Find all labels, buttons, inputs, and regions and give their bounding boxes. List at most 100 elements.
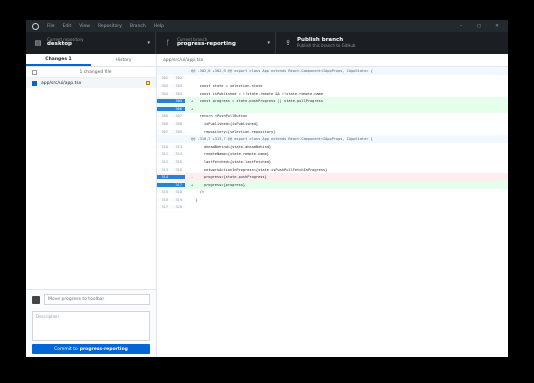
old-line-number: 303 (161, 83, 169, 88)
new-line-number: 305 (175, 99, 183, 104)
diff-file-path: app/src/ui/app.tsx (163, 57, 204, 63)
diff-line: 306 308 isPublished={isPublished} (157, 120, 508, 128)
new-line-number: 308 (175, 121, 183, 126)
repo-name: desktop (47, 41, 72, 48)
current-branch-button[interactable]: ᚴ Current branch progress-reporting ▾ (156, 32, 276, 54)
toolbar: ▤ Current repository desktop ▾ ᚴ Current… (26, 32, 508, 54)
new-line-number: 315 (175, 159, 183, 164)
code-text: const state = selection.state (191, 83, 263, 88)
menu-branch[interactable]: Branch (130, 24, 146, 29)
new-line-number: 316 (175, 167, 183, 172)
diff-line-added[interactable]: 317 + progress={progress} (157, 180, 508, 189)
line-gutter[interactable]: 305 (157, 99, 185, 104)
upload-icon: ⇪ (285, 39, 291, 47)
diff-hunk-header[interactable]: @@ -302,6 +302,9 @@ export class App ext… (157, 67, 508, 75)
code-text: remoteName={state.remote.name} (191, 152, 269, 157)
branch-name: progress-reporting (177, 41, 236, 48)
old-line-number: 313 (161, 167, 169, 172)
line-gutter: 307 309 (157, 129, 185, 134)
sidebar: Changes 1 History 1 changed file app/src… (26, 54, 157, 357)
line-gutter: 313 316 (157, 167, 185, 172)
old-line-number (157, 107, 171, 111)
github-logo-icon (32, 22, 39, 30)
publish-branch-button[interactable]: ⇪ Publish branch Publish this branch to … (276, 32, 386, 54)
code-text: isPublished={isPublished} (191, 121, 259, 126)
diff-view: app/src/ui/app.tsx @@ -302,6 +302,9 @@ e… (157, 54, 508, 357)
line-gutter[interactable]: 317 (157, 182, 185, 187)
select-all-checkbox[interactable] (32, 69, 37, 75)
code-text: return <PushPullButton (191, 114, 248, 119)
old-line-number: 305 (161, 114, 169, 119)
chevron-down-icon: ▾ (267, 40, 270, 46)
code-text: lastFetched={state.lastFetched} (191, 159, 272, 164)
avatar (32, 295, 40, 304)
new-line-number: 306 (175, 106, 183, 111)
diff-line: 311 314 remoteName={state.remote.name} (157, 151, 508, 159)
new-line-number: 317 (175, 182, 183, 187)
line-gutter[interactable]: 314 (157, 175, 185, 180)
code-text: } (191, 197, 198, 202)
diff-line-added[interactable]: 305 + const progress = state.pushProgress… (157, 97, 508, 105)
diff-line-removed[interactable]: 314 - progress={state.pushProgress} (157, 173, 508, 181)
new-line-number: 309 (175, 129, 183, 134)
old-line-number: 311 (161, 152, 169, 157)
commit-button[interactable]: Commit to progress-reporting (32, 344, 150, 354)
file-checkbox[interactable] (32, 80, 37, 86)
diff-file-header: app/src/ui/app.tsx (157, 54, 508, 67)
diff-hunk-header[interactable]: @@ -310,7 +313,7 @@ export class App ext… (157, 135, 508, 143)
code-text: @@ -310,7 +313,7 @@ export class App ext… (191, 137, 373, 142)
code-text: networkActionInProgress={state.isPushPul… (191, 167, 328, 172)
file-path: app/src/ui/app.tsx (41, 80, 82, 86)
new-line-number: 314 (175, 152, 183, 157)
line-gutter: 315 318 (157, 190, 185, 195)
minimize-button[interactable]: – (456, 24, 466, 29)
close-button[interactable]: ✕ (492, 24, 502, 29)
old-line-number: 317 (161, 205, 169, 210)
old-line-number: 306 (161, 121, 169, 126)
changed-files-header: 1 changed file (26, 67, 156, 78)
modified-icon (146, 81, 150, 85)
old-line-number: 316 (161, 197, 169, 202)
code-text: - progress={state.pushProgress} (191, 175, 267, 180)
diff-line-added[interactable]: 306 + (157, 104, 508, 113)
old-line-number (157, 99, 171, 103)
diff-line: 317 320 (157, 204, 508, 212)
code-text: @@ -302,6 +302,9 @@ export class App ext… (191, 68, 373, 73)
diff-line: 316 319 } (157, 196, 508, 204)
line-gutter: 304 304 (157, 91, 185, 96)
tab-history[interactable]: History (91, 54, 156, 66)
new-line-number: 304 (175, 91, 183, 96)
menu-edit[interactable]: Edit (63, 24, 72, 29)
maximize-button[interactable]: ▢ (474, 24, 484, 29)
line-gutter: 303 303 (157, 83, 185, 88)
menu-file[interactable]: File (47, 24, 55, 29)
sidebar-tabs: Changes 1 History (26, 54, 156, 67)
tab-changes[interactable]: Changes 1 (26, 54, 91, 66)
diff-line: 315 318 /> (157, 189, 508, 197)
menu-help[interactable]: Help (154, 24, 164, 29)
old-line-number (157, 183, 171, 187)
old-line-number: 304 (161, 91, 169, 96)
commit-panel: Move progress to toolbar Description Com… (26, 289, 156, 357)
commit-summary-input[interactable]: Move progress to toolbar (44, 294, 150, 305)
commit-description-input[interactable]: Description (32, 311, 150, 341)
commit-button-branch: progress-reporting (79, 346, 128, 352)
new-line-number: 320 (175, 205, 183, 210)
current-repository-button[interactable]: ▤ Current repository desktop ▾ (26, 32, 156, 54)
menu-view[interactable]: View (79, 24, 90, 29)
diff-line: 304 304 const isPublished = !!state.remot… (157, 90, 508, 98)
app-window: File Edit View Repository Branch Help – … (26, 20, 508, 357)
menu-repository[interactable]: Repository (98, 24, 122, 29)
code-text: + const progress = state.pushProgress ||… (191, 99, 323, 104)
line-gutter[interactable]: 306 (157, 106, 185, 111)
new-line-number: 303 (175, 83, 183, 88)
old-line-number: 307 (161, 129, 169, 134)
old-line-number: 302 (161, 76, 169, 81)
new-line-number: 302 (175, 76, 183, 81)
changed-file-item[interactable]: app/src/ui/app.tsx (26, 78, 156, 88)
chevron-down-icon: ▾ (147, 40, 150, 46)
publish-caption: Publish this branch to GitHub (297, 42, 356, 48)
line-gutter: 316 319 (157, 197, 185, 202)
line-gutter: 311 314 (157, 152, 185, 157)
old-line-number: 310 (161, 144, 169, 149)
